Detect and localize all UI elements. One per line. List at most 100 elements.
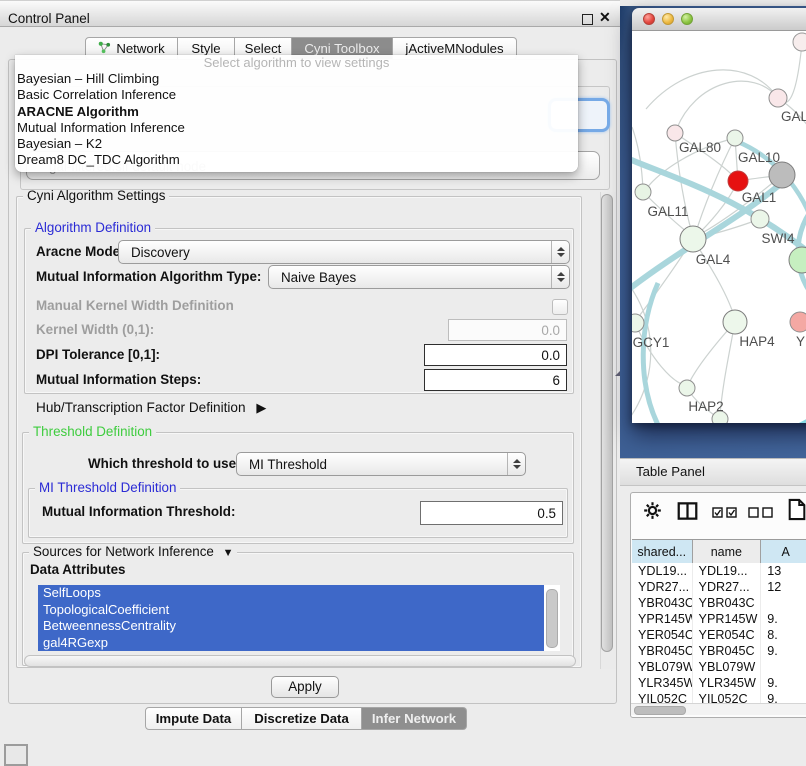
manual-kernel-checkbox[interactable] [552, 299, 568, 315]
settings-scrollbar-thumb[interactable] [601, 194, 613, 652]
aracne-mode-combo[interactable]: Discovery [118, 240, 570, 264]
table-cell[interactable]: YDR27... [693, 579, 762, 595]
table-hscrollbar[interactable] [631, 703, 806, 715]
table-hscrollbar-thumb[interactable] [634, 706, 686, 715]
apply-button[interactable]: Apply [271, 676, 339, 698]
algorithm-option[interactable]: ARACNE Algorithm [15, 104, 578, 120]
table-row[interactable]: YLR345WYLR345W9. [632, 675, 806, 691]
table-cell[interactable]: 9. [761, 643, 806, 659]
table-settings-button[interactable] [643, 501, 662, 523]
attribute-item[interactable]: SelfLoops [38, 585, 544, 602]
expand-right-icon[interactable]: ▶ [256, 400, 266, 415]
table-column-header[interactable]: A [761, 540, 806, 564]
network-window-titlebar[interactable] [632, 8, 806, 31]
algorithm-option[interactable]: Bayesian – K2 [15, 136, 578, 152]
network-node[interactable] [751, 210, 769, 228]
tab-impute-data[interactable]: Impute Data [145, 707, 242, 730]
network-node[interactable] [727, 130, 743, 146]
close-button[interactable] [643, 13, 655, 25]
algorithm-option[interactable]: Dream8 DC_TDC Algorithm [15, 152, 578, 168]
table-row[interactable]: YER054CYER054C8. [632, 627, 806, 643]
table-cell[interactable]: 9. [761, 691, 806, 703]
network-node[interactable] [723, 310, 747, 334]
table-cell[interactable] [761, 595, 806, 611]
network-edge[interactable] [646, 70, 778, 109]
table-cell[interactable]: YPR145W [693, 611, 762, 627]
network-edge[interactable] [780, 411, 806, 423]
attribute-item[interactable]: gal4RGexp [38, 635, 544, 652]
table-row[interactable]: YBR045CYBR045C9. [632, 643, 806, 659]
dpi-tolerance-field[interactable]: 0.0 [424, 344, 567, 366]
collapse-down-icon[interactable]: ▼ [223, 547, 234, 559]
table-column-header[interactable]: name [693, 540, 762, 564]
table-row[interactable]: YBL079WYBL079W [632, 659, 806, 675]
table-cell[interactable]: 9. [761, 675, 806, 691]
table-cell[interactable]: YLR345W [693, 675, 762, 691]
table-cell[interactable]: YIL052C [693, 691, 762, 703]
table-cell[interactable]: YBL079W [632, 659, 693, 675]
network-node[interactable] [632, 314, 644, 332]
minimize-button[interactable] [662, 13, 674, 25]
zoom-button[interactable] [681, 13, 693, 25]
network-node[interactable] [728, 171, 748, 191]
collapsed-panel-box[interactable] [4, 744, 28, 766]
network-edge[interactable] [675, 81, 778, 133]
network-edge[interactable] [693, 239, 735, 319]
attribute-item[interactable]: TopologicalCoefficient [38, 602, 544, 619]
attributes-scrollbar-thumb[interactable] [546, 589, 558, 648]
mi-threshold-field[interactable]: 0.5 [420, 501, 563, 525]
network-node[interactable] [793, 33, 806, 51]
algorithm-option[interactable]: Bayesian – Hill Climbing [15, 71, 578, 87]
table-cell[interactable]: YIL052C [632, 691, 693, 703]
table-cell[interactable]: YBL079W [693, 659, 762, 675]
table-row[interactable]: YIL052CYIL052C9. [632, 691, 806, 703]
table-cell[interactable]: 9. [761, 611, 806, 627]
data-attributes-list[interactable]: SelfLoopsTopologicalCoefficientBetweenne… [38, 585, 560, 651]
kernel-width-field[interactable]: 0.0 [448, 319, 567, 341]
network-node[interactable] [680, 226, 706, 252]
table-row[interactable]: YBR043CYBR043C [632, 595, 806, 611]
network-node[interactable] [769, 89, 787, 107]
table-cell[interactable]: YDL19... [632, 563, 693, 579]
algorithm-option[interactable]: Mutual Information Inference [15, 120, 578, 136]
column-layout-button[interactable] [677, 502, 698, 523]
network-node[interactable] [667, 125, 683, 141]
tab-infer-network[interactable]: Infer Network [362, 707, 467, 730]
hub-section-toggle[interactable]: Hub/Transcription Factor Definition ▶ [36, 396, 266, 420]
tab-discretize-data[interactable]: Discretize Data [242, 707, 362, 730]
network-window[interactable]: GALGAL80GAL10GAL1GAL11SWI4GAL4GCY1HAP4YH… [632, 8, 806, 423]
attributes-hscrollbar[interactable] [24, 655, 576, 667]
network-canvas[interactable]: GALGAL80GAL10GAL1GAL11SWI4GAL4GCY1HAP4YH… [632, 31, 806, 423]
float-window-icon[interactable] [582, 14, 593, 25]
table-cell[interactable]: YBR043C [693, 595, 762, 611]
select-all-columns-button[interactable] [712, 507, 740, 522]
table-cell[interactable]: YPR145W [632, 611, 693, 627]
attribute-item[interactable]: BetweennessCentrality [38, 618, 544, 635]
algorithm-option[interactable]: Basic Correlation Inference [15, 87, 578, 103]
table-row[interactable]: YPR145WYPR145W9. [632, 611, 806, 627]
table-cell[interactable]: YBR045C [632, 643, 693, 659]
table-cell[interactable]: YER054C [693, 627, 762, 643]
deselect-all-columns-button[interactable] [748, 507, 776, 522]
table-cell[interactable]: YLR345W [632, 675, 693, 691]
network-node[interactable] [789, 247, 806, 273]
panel-resize-handle-icon[interactable] [615, 371, 620, 376]
table-row[interactable]: YDR27...YDR27...12 [632, 579, 806, 595]
network-node[interactable] [769, 162, 795, 188]
network-node[interactable] [635, 184, 651, 200]
table-row[interactable]: YDL19...YDL19...13 [632, 563, 806, 579]
table-cell[interactable]: 8. [761, 627, 806, 643]
table-cell[interactable]: YBR045C [693, 643, 762, 659]
table-cell[interactable]: YER054C [632, 627, 693, 643]
close-icon[interactable]: ✕ [599, 9, 611, 26]
new-table-button[interactable] [788, 498, 806, 524]
which-threshold-combo[interactable]: MI Threshold [236, 452, 526, 476]
network-node[interactable] [790, 312, 806, 332]
table-cell[interactable]: 13 [761, 563, 806, 579]
table-column-header[interactable]: shared... [632, 540, 693, 564]
table-cell[interactable]: 12 [761, 579, 806, 595]
table-cell[interactable]: YBR043C [632, 595, 693, 611]
table-cell[interactable]: YDL19... [693, 563, 762, 579]
table-cell[interactable] [761, 659, 806, 675]
table-cell[interactable]: YDR27... [632, 579, 693, 595]
